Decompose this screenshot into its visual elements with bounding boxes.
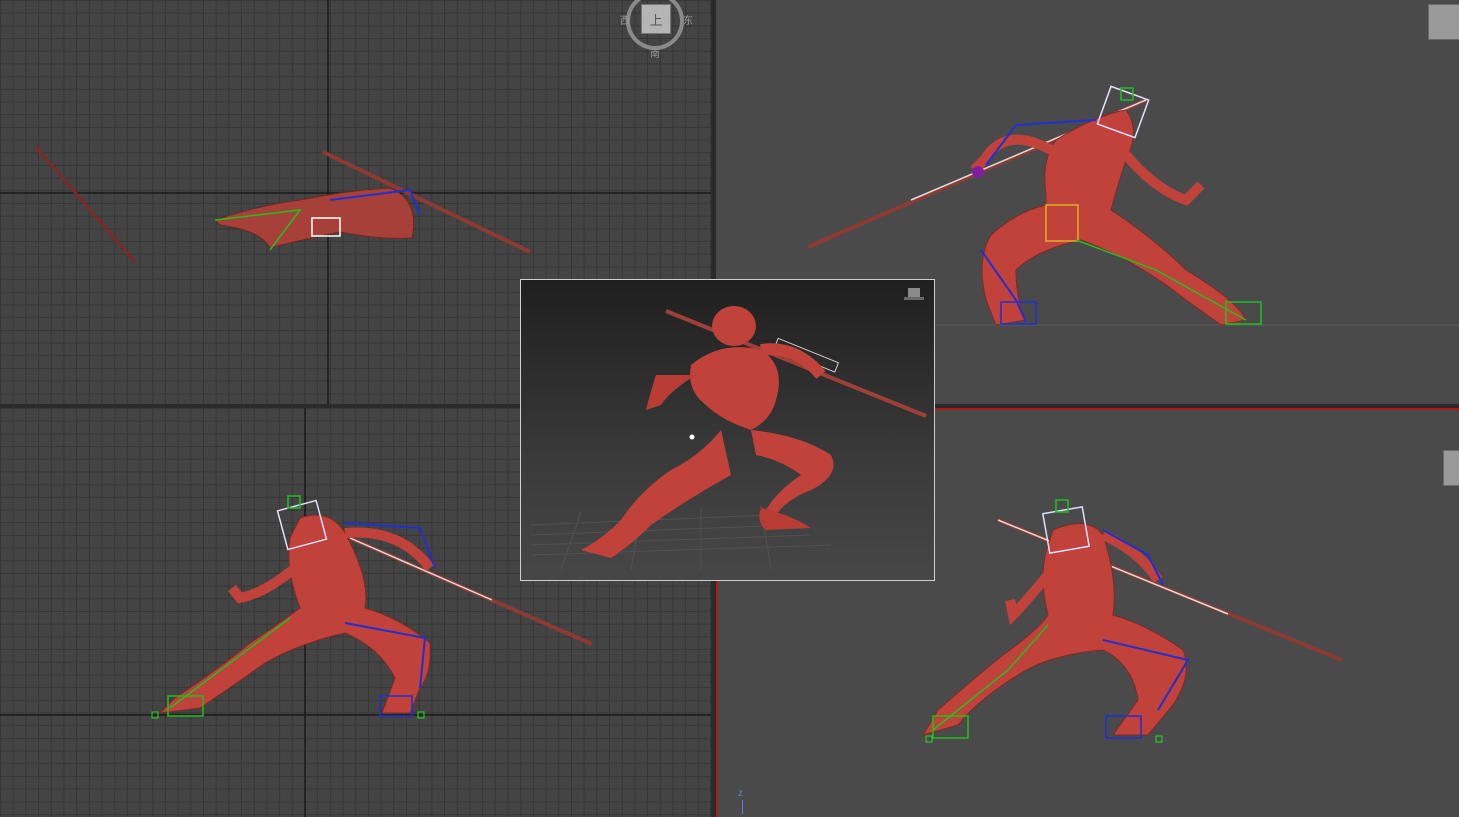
- left-arm: [970, 134, 1054, 174]
- staff-shadow: [34, 146, 137, 263]
- foot-ik-target: [1155, 735, 1163, 743]
- right-foot: [759, 508, 811, 530]
- viewcube-widget[interactable]: 上 西 东 南: [620, 0, 693, 60]
- torso: [690, 347, 779, 430]
- viewcube-east-label[interactable]: 东: [683, 12, 693, 27]
- left-arm: [1005, 571, 1052, 626]
- viewcube-west-label[interactable]: 西: [620, 12, 630, 27]
- staff-highlight: [349, 537, 493, 601]
- viewcube-south-label[interactable]: 南: [650, 45, 660, 60]
- viewcube-widget[interactable]: [1428, 4, 1459, 40]
- right-leg: [751, 430, 834, 520]
- right-arm: [1122, 151, 1205, 206]
- render-preview-scene: [530, 306, 927, 571]
- viewcube-top-face[interactable]: 上: [641, 4, 671, 34]
- mouse-cursor: [689, 434, 695, 440]
- floating-render-window[interactable]: [520, 279, 935, 581]
- head: [712, 306, 756, 346]
- foot-ik-target: [925, 735, 933, 743]
- character-front: [158, 514, 431, 714]
- left-arm: [646, 375, 696, 410]
- axis-gizmo-z-line: [742, 800, 743, 814]
- leg-bone-green: [169, 617, 291, 709]
- hand-ik-target: [972, 166, 984, 178]
- viewcube-widget[interactable]: [1443, 450, 1459, 486]
- render-window-menu-icon[interactable]: [904, 288, 924, 302]
- left-arm: [228, 564, 299, 604]
- axis-gizmo-z-label: z: [738, 788, 743, 799]
